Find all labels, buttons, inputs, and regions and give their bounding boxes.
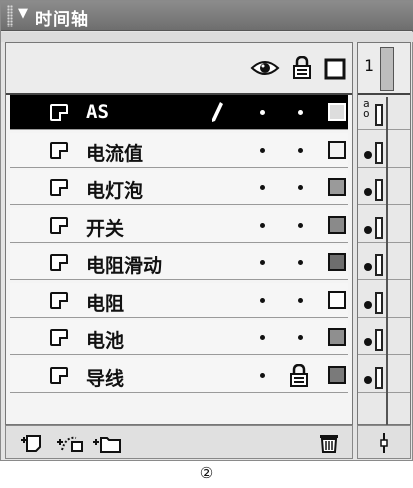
outline-color-swatch[interactable] <box>328 215 346 234</box>
layer-row[interactable]: 电阻 <box>10 282 348 318</box>
layer-icon <box>50 329 68 346</box>
frame-marker <box>375 291 383 314</box>
lock-toggle[interactable] <box>298 222 303 228</box>
layer-row[interactable]: 电灯泡 <box>10 170 348 205</box>
frame-cell[interactable] <box>358 208 410 243</box>
visibility-toggle[interactable] <box>260 222 265 228</box>
keyframe-dot[interactable] <box>364 338 372 346</box>
outline-color-swatch[interactable] <box>328 290 346 309</box>
layer-name[interactable]: 电灯泡 <box>86 176 143 203</box>
layer-row[interactable]: AS <box>10 95 348 130</box>
center-frame-icon[interactable] <box>376 432 392 454</box>
panel-titlebar[interactable]: ▼ 时间轴 <box>1 1 413 31</box>
keyframe-dot[interactable] <box>364 150 372 159</box>
layer-icon <box>50 254 68 271</box>
outline-color-swatch[interactable] <box>328 140 346 159</box>
outline-color-swatch[interactable] <box>328 328 346 346</box>
layer-icon <box>50 291 68 309</box>
layer-name[interactable]: 电阻 <box>86 289 124 316</box>
lock-toggle[interactable] <box>298 260 303 265</box>
visibility-toggle[interactable] <box>260 110 265 115</box>
visibility-toggle[interactable] <box>260 185 265 190</box>
outline-color-swatch[interactable] <box>328 365 346 384</box>
timeline-footer <box>357 425 411 459</box>
layer-icon <box>50 104 68 121</box>
visibility-toggle[interactable] <box>260 147 265 153</box>
layer-name[interactable]: 开关 <box>86 214 124 241</box>
outline-color-swatch[interactable] <box>328 253 346 271</box>
layer-row[interactable]: 开关 <box>10 207 348 243</box>
outline-icon[interactable] <box>324 58 346 80</box>
grip-icon[interactable] <box>7 5 13 27</box>
layer-row[interactable]: 电阻滑动 <box>10 245 348 280</box>
lock-icon[interactable] <box>292 56 312 80</box>
timeline-frames: 1 a o <box>357 42 411 425</box>
visibility-toggle[interactable] <box>260 260 265 265</box>
frame-cell[interactable]: a o <box>358 95 410 130</box>
keyframe-dot[interactable] <box>364 188 372 196</box>
layer-name[interactable]: 电流值 <box>86 139 143 166</box>
lock-icon[interactable] <box>289 363 309 388</box>
frame-marker <box>375 366 383 389</box>
layer-row[interactable]: 电池 <box>10 320 348 355</box>
frame-marker <box>375 141 383 164</box>
layer-name[interactable]: 导线 <box>86 364 124 391</box>
frame-cell[interactable] <box>358 320 410 355</box>
lock-toggle[interactable] <box>298 185 303 190</box>
frame-number: 1 <box>364 56 374 75</box>
visibility-toggle[interactable] <box>260 335 265 340</box>
keyframe-dot[interactable] <box>364 263 372 271</box>
frame-marker <box>375 179 383 201</box>
visibility-toggle[interactable] <box>260 297 265 303</box>
layer-icon <box>50 216 68 234</box>
lock-toggle[interactable] <box>298 110 303 115</box>
frame-cell[interactable] <box>358 283 410 318</box>
frame-marker <box>375 216 383 239</box>
playhead[interactable] <box>380 47 394 91</box>
layer-icon <box>50 141 68 159</box>
frame-marker <box>375 254 383 276</box>
outline-color-swatch[interactable] <box>328 103 346 121</box>
add-motion-guide-icon[interactable] <box>56 432 86 454</box>
layer-name[interactable]: AS <box>86 101 109 123</box>
frame-cell[interactable] <box>358 245 410 280</box>
pencil-icon <box>212 102 223 122</box>
eye-icon[interactable] <box>250 59 280 77</box>
layer-name[interactable]: 电池 <box>86 326 124 353</box>
outline-color-swatch[interactable] <box>328 178 346 196</box>
panel-title: 时间轴 <box>35 10 89 30</box>
frame-cell[interactable] <box>358 170 410 205</box>
layer-icon <box>50 366 68 384</box>
layer-name[interactable]: 电阻滑动 <box>86 251 162 278</box>
insert-folder-icon[interactable] <box>92 432 122 454</box>
figure-caption: ② <box>199 464 214 482</box>
playhead-line <box>386 97 388 425</box>
keyframe-dot[interactable] <box>364 225 372 234</box>
keyframe-dot[interactable] <box>364 300 372 309</box>
lock-toggle[interactable] <box>298 297 303 303</box>
keyframe-dot[interactable] <box>364 375 372 384</box>
layer-row[interactable]: 导线 <box>10 357 348 393</box>
visibility-toggle[interactable] <box>260 372 265 378</box>
panel-gap <box>1 32 413 42</box>
action-marker: a o <box>363 97 370 120</box>
frame-marker <box>375 329 383 351</box>
layer-row[interactable]: 电流值 <box>10 132 348 168</box>
delete-layer-icon[interactable] <box>318 432 340 454</box>
frame-cell[interactable] <box>358 133 410 168</box>
layer-list: AS 电流值电灯泡开关电阻滑动电阻电池导线 <box>5 42 353 425</box>
insert-layer-icon[interactable] <box>20 432 44 454</box>
layer-icon <box>50 179 68 196</box>
lock-toggle[interactable] <box>298 147 303 153</box>
lock-toggle[interactable] <box>298 335 303 340</box>
layer-header <box>6 43 352 95</box>
frame-ruler[interactable]: 1 <box>358 43 410 95</box>
frame-cell[interactable] <box>358 358 410 393</box>
layer-footer <box>5 425 353 459</box>
timeline-panel: ▼ 时间轴 AS 电流值 电灯泡 开关 电阻滑动 电阻 电池 导线 1 a o <box>0 0 413 461</box>
collapse-arrow-icon[interactable]: ▼ <box>18 6 28 21</box>
frame-marker <box>375 104 383 126</box>
